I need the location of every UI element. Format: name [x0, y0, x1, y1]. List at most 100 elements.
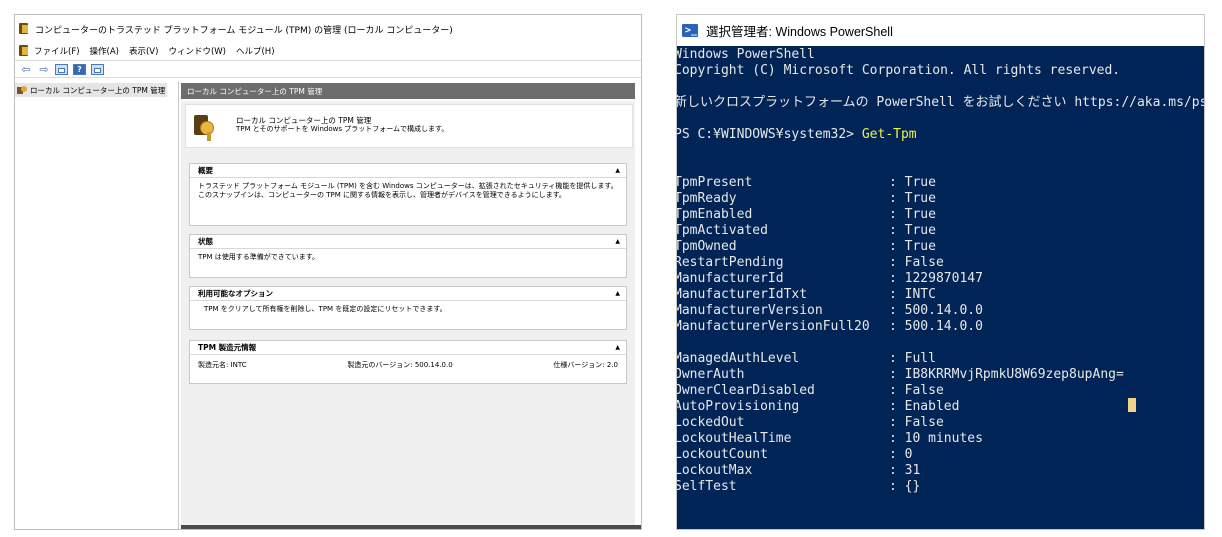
- tpm-property-name: LockoutHealTime: [676, 431, 792, 446]
- tpm-key-icon: [194, 115, 218, 141]
- horizontal-scrollbar[interactable]: [181, 525, 641, 529]
- tpm-property-name: ManufacturerVersionFull20: [676, 319, 870, 334]
- show-hide-tree-icon[interactable]: [55, 63, 68, 75]
- tpm-property-value: : 500.14.0.0: [889, 303, 983, 318]
- tpm-property-name: ManufacturerId: [676, 271, 784, 286]
- show-action-pane-icon[interactable]: [91, 63, 104, 75]
- intro-panel: ローカル コンピューター上の TPM 管理 TPM とそのサポートを Windo…: [185, 104, 633, 148]
- tree-item-label: ローカル コンピューター上の TPM 管理: [30, 85, 166, 95]
- tpm-property-row: AutoProvisioning: Enabled: [676, 399, 959, 415]
- tpm-property-value: : False: [889, 255, 944, 270]
- status-title: 状態: [198, 237, 213, 246]
- tpm-property-value: : False: [889, 415, 944, 430]
- tpm-mmc-window: コンピューターのトラステッド プラットフォーム モジュール (TPM) の管理 …: [14, 14, 642, 530]
- manufacturer-section: TPM 製造元情報 ▲ 製造元名: INTC 製造元のバージョン: 500.14…: [189, 340, 627, 384]
- tpm-property-name: TpmActivated: [676, 223, 768, 238]
- tpm-menu-icon[interactable]: [19, 45, 30, 57]
- tpm-property-row: TpmOwned : True: [676, 239, 936, 255]
- options-text: TPM をクリアして所有権を削除し、TPM を既定の設定にリセットできます。: [204, 305, 447, 313]
- details-body: ローカル コンピューター上の TPM 管理 TPM とそのサポートを Windo…: [181, 101, 635, 529]
- ps-titlebar[interactable]: >_ 選択管理者: Windows PowerShell: [677, 15, 1204, 46]
- overview-text: トラステッド プラットフォーム モジュール (TPM) を含む Windows …: [198, 182, 618, 199]
- collapse-caret-icon[interactable]: ▲: [615, 344, 620, 351]
- tpm-property-name: RestartPending: [676, 255, 784, 270]
- tpm-property-name: OwnerClearDisabled: [676, 383, 815, 398]
- tpm-property-name: LockoutCount: [676, 447, 768, 462]
- tpm-property-row: ManufacturerId: 1229870147: [676, 271, 983, 287]
- collapse-caret-icon[interactable]: ▲: [615, 290, 620, 297]
- tpm-property-row: ManufacturerVersion : 500.14.0.0: [676, 303, 983, 319]
- powershell-icon: >_: [682, 24, 698, 37]
- options-header[interactable]: 利用可能なオプション ▲: [190, 287, 626, 301]
- forward-arrow-icon[interactable]: ⇨: [37, 63, 51, 76]
- tpm-property-value: : 0: [889, 447, 913, 462]
- manufacturer-name: 製造元名: INTC: [198, 361, 247, 369]
- tpm-property-name: LockedOut: [676, 415, 745, 430]
- overview-header[interactable]: 概要 ▲: [190, 164, 626, 178]
- tpm-property-value: : IB8KRRMvjRpmkU8W69zep8upAng=: [889, 367, 1124, 382]
- tpm-property-name: ManagedAuthLevel: [676, 351, 800, 366]
- powershell-window: >_ 選択管理者: Windows PowerShell Windows Pow…: [676, 14, 1205, 530]
- collapse-caret-icon[interactable]: ▲: [615, 238, 620, 245]
- status-header[interactable]: 状態 ▲: [190, 235, 626, 249]
- overview-title: 概要: [198, 166, 213, 175]
- help-icon[interactable]: ?: [73, 63, 86, 75]
- tpm-property-row: ManufacturerIdTxt : INTC: [676, 287, 936, 303]
- tpm-property-value: : Full: [889, 351, 936, 366]
- status-text: TPM は使用する準備ができています。: [198, 253, 320, 261]
- tpm-property-value: : True: [889, 191, 936, 206]
- prompt-text: PS C:¥WINDOWS¥system32>: [676, 127, 862, 142]
- tpm-property-row: RestartPending : False: [676, 255, 944, 271]
- menu-view[interactable]: 表示(V): [129, 45, 158, 57]
- tpm-property-name: TpmReady: [676, 191, 737, 206]
- menu-help[interactable]: ヘルプ(H): [236, 45, 275, 57]
- tpm-property-name: ManufacturerIdTxt: [676, 287, 808, 302]
- tpm-property-row: ManufacturerVersionFull20 : 500.14.0.0: [676, 319, 983, 335]
- tpm-property-name: OwnerAuth: [676, 367, 745, 382]
- tree-item-local-tpm[interactable]: ローカル コンピューター上の TPM 管理: [15, 83, 167, 97]
- tpm-property-value: : 500.14.0.0: [889, 319, 983, 334]
- tpm-property-row: LockoutCount : 0: [676, 447, 913, 463]
- tpm-property-row: LockoutMax: 31: [676, 463, 920, 479]
- overview-section: 概要 ▲ トラステッド プラットフォーム モジュール (TPM) を含む Win…: [189, 163, 627, 226]
- console-tree: ローカル コンピューター上の TPM 管理: [15, 81, 179, 529]
- tpm-property-value: : 10 minutes: [889, 431, 983, 446]
- details-header: ローカル コンピューター上の TPM 管理: [181, 83, 635, 99]
- menu-file[interactable]: ファイル(F): [34, 45, 80, 57]
- menu-window[interactable]: ウィンドウ(W): [168, 45, 226, 57]
- tpm-property-row: SelfTest : {}: [676, 479, 921, 495]
- tpm-property-row: TpmReady : True: [676, 191, 936, 207]
- collapse-caret-icon[interactable]: ▲: [615, 167, 620, 174]
- prompt-line: PS C:¥WINDOWS¥system32> Get-Tpm: [676, 127, 917, 143]
- copyright-line: Copyright (C) Microsoft Corporation. All…: [676, 63, 1121, 78]
- tpm-property-name: ManufacturerVersion: [676, 303, 823, 318]
- tpm-property-name: SelfTest: [676, 479, 737, 494]
- tpm-property-name: AutoProvisioning: [676, 399, 800, 414]
- tpm-property-name: TpmOwned: [676, 239, 737, 254]
- tpm-property-value: : INTC: [889, 287, 936, 302]
- options-title: 利用可能なオプション: [198, 289, 273, 298]
- tpm-property-value: : {}: [889, 479, 921, 494]
- mmc-titlebar[interactable]: コンピューターのトラステッド プラットフォーム モジュール (TPM) の管理 …: [15, 15, 641, 43]
- options-section: 利用可能なオプション ▲ TPM をクリアして所有権を削除し、TPM を既定の設…: [189, 286, 627, 330]
- mmc-menubar: ファイル(F) 操作(A) 表示(V) ウィンドウ(W) ヘルプ(H): [15, 43, 641, 59]
- manufacturer-header[interactable]: TPM 製造元情報 ▲: [190, 341, 626, 355]
- ps-window-title: 選択管理者: Windows PowerShell: [706, 25, 893, 39]
- tpm-property-value: : False: [889, 383, 944, 398]
- tpm-property-value: : True: [889, 239, 936, 254]
- tpm-property-row: TpmPresent: True: [676, 175, 936, 191]
- menu-action[interactable]: 操作(A): [90, 45, 119, 57]
- command-text: Get-Tpm: [861, 127, 917, 142]
- mmc-window-title: コンピューターのトラステッド プラットフォーム モジュール (TPM) の管理 …: [35, 25, 453, 36]
- details-pane: ローカル コンピューター上の TPM 管理 ローカル コンピューター上の TPM…: [181, 81, 641, 529]
- tpm-property-value: : True: [889, 223, 936, 238]
- status-section: 状態 ▲ TPM は使用する準備ができています。: [189, 234, 627, 278]
- mmc-toolbar: ⇦ ⇨ ?: [15, 60, 641, 78]
- tpm-property-name: TpmPresent: [676, 175, 753, 190]
- back-arrow-icon[interactable]: ⇦: [19, 63, 33, 76]
- tpm-property-row: OwnerClearDisabled : False: [676, 383, 944, 399]
- ps-console[interactable]: Windows PowerShell Copyright (C) Microso…: [676, 47, 1204, 527]
- tpm-node-icon: [17, 85, 27, 95]
- tpm-property-name: LockoutMax: [676, 463, 753, 478]
- intro-description: TPM とそのサポートを Windows プラットフォームで構成します。: [236, 125, 449, 133]
